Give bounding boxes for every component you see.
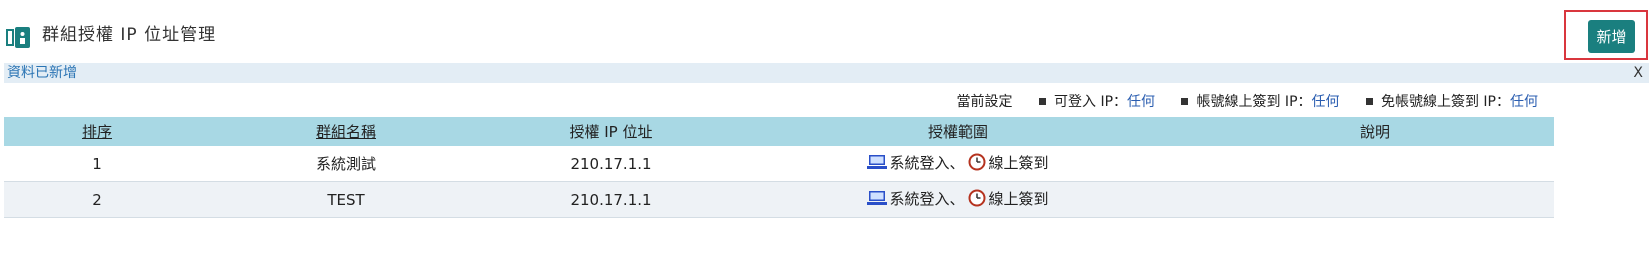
group-ip-table: 排序 群組名稱 授權 IP 位址 授權範圍 說明 1 系統測試 210.17.1…: [4, 117, 1554, 218]
scope-checkin-label: 線上簽到: [988, 153, 1049, 172]
cell-ip: 210.17.1.1: [502, 181, 720, 218]
current-settings: 當前設定 可登入 IP：任何 帳號線上簽到 IP：任何 免帳號線上簽到 IP：任…: [957, 92, 1538, 112]
column-header-group-name[interactable]: 群組名稱: [190, 117, 502, 146]
cell-description: [1196, 181, 1554, 218]
cell-scope: 系統登入、 線上簽到: [720, 146, 1196, 182]
scope-login-label: 系統登入、: [889, 189, 965, 208]
alert-close-button[interactable]: X: [1633, 63, 1643, 83]
settings-item-value: 任何: [1311, 94, 1340, 110]
settings-item-account-checkin-ip: 帳號線上簽到 IP：任何: [1181, 94, 1340, 110]
settings-item-label: 免帳號線上簽到 IP：: [1380, 94, 1510, 110]
cell-group-name: TEST: [190, 181, 502, 218]
clock-icon: [968, 153, 985, 171]
scope-login-label: 系統登入、: [889, 153, 965, 172]
table-header-row: 排序 群組名稱 授權 IP 位址 授權範圍 說明: [4, 117, 1554, 146]
group-ip-icon: [6, 27, 30, 48]
cell-group-name: 系統測試: [190, 146, 502, 182]
settings-label: 當前設定: [956, 94, 1013, 110]
column-header-description: 說明: [1196, 117, 1554, 146]
column-header-order[interactable]: 排序: [4, 117, 190, 146]
scope-checkin-label: 線上簽到: [988, 189, 1049, 208]
table-row[interactable]: 2 TEST 210.17.1.1 系統登入、 線上簽到: [4, 181, 1554, 218]
clock-icon: [968, 189, 985, 207]
cell-description: [1196, 146, 1554, 182]
settings-item-value: 任何: [1127, 94, 1156, 110]
success-alert: 資料已新增 X: [4, 63, 1649, 83]
settings-item-login-ip: 可登入 IP：任何: [1039, 94, 1155, 110]
computer-icon: [867, 191, 888, 206]
column-header-scope: 授權範圍: [720, 117, 1196, 146]
cell-order: 2: [4, 181, 190, 218]
table-row[interactable]: 1 系統測試 210.17.1.1 系統登入、 線上簽到: [4, 146, 1554, 182]
cell-ip: 210.17.1.1: [502, 146, 720, 182]
page-title: 群組授權 IP 位址管理: [42, 25, 217, 45]
settings-item-anonymous-checkin-ip: 免帳號線上簽到 IP：任何: [1365, 94, 1538, 110]
settings-item-label: 可登入 IP：: [1054, 94, 1128, 110]
cell-order: 1: [4, 146, 190, 182]
page-header: 群組授權 IP 位址管理 新增: [0, 0, 1649, 66]
settings-item-label: 帳號線上簽到 IP：: [1196, 94, 1312, 110]
square-bullet-icon: [1365, 97, 1373, 105]
square-bullet-icon: [1181, 97, 1189, 105]
cell-scope: 系統登入、 線上簽到: [720, 181, 1196, 218]
column-header-ip: 授權 IP 位址: [502, 117, 720, 146]
square-bullet-icon: [1039, 97, 1046, 105]
alert-message: 資料已新增: [7, 65, 77, 81]
settings-item-value: 任何: [1510, 94, 1538, 110]
computer-icon: [867, 155, 888, 170]
add-button[interactable]: 新增: [1588, 20, 1635, 53]
